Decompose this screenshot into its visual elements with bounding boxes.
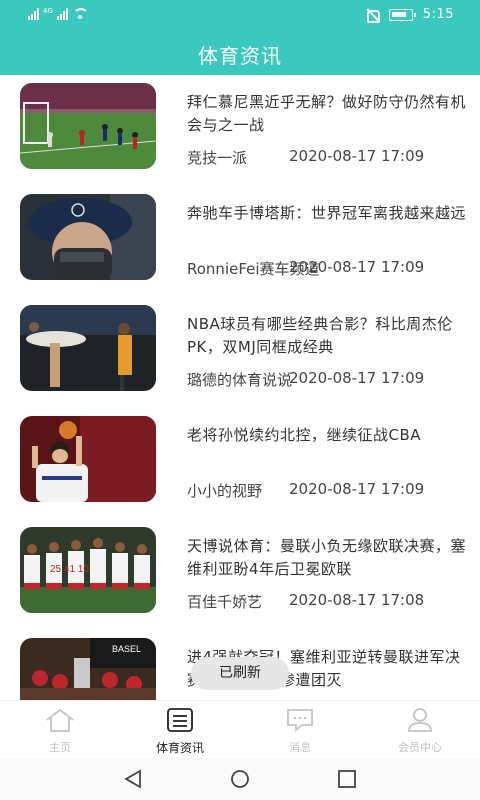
message-icon (287, 709, 313, 732)
news-date: 2020-08-17 17:09 (289, 480, 425, 498)
page-title: 体育资讯 (198, 44, 282, 68)
refresh-toast: 已刷新 (191, 657, 289, 690)
news-thumbnail (20, 194, 156, 280)
svg-text:25 41 10: 25 41 10 (50, 564, 89, 575)
news-item[interactable]: 25 41 10 天博说体育：曼联小负无缘欧联决赛，塞维利亚盼4年后卫冕欧联 百… (0, 519, 480, 630)
news-item[interactable]: 老将孙悦续约北控，继续征战CBA 小小的视野 2020-08-17 17:09 (0, 408, 480, 519)
network-type: 4G (43, 7, 53, 15)
tab-home[interactable]: 主页 (0, 701, 120, 758)
news-author: 璐德的体育说说 (187, 371, 293, 389)
news-date: 2020-08-17 17:09 (289, 147, 425, 165)
tab-member-center[interactable]: 会员中心 (360, 701, 480, 758)
news-item[interactable]: 拜仁慕尼黑近乎无解？做好防守仍然有机会与之一战 竞技一派 2020-08-17 … (0, 75, 480, 186)
user-icon (408, 708, 432, 732)
recent-apps-icon[interactable] (336, 769, 358, 789)
bottom-tab-bar: 主页 体育资讯 消息 会员中心 (0, 700, 480, 758)
status-bar: 4G 5:15 (0, 0, 480, 30)
news-title[interactable]: 老将孙悦续约北控，继续征战CBA (187, 424, 467, 447)
tab-label: 消息 (289, 741, 311, 754)
news-author: 百佳千娇艺 (187, 593, 263, 611)
news-thumbnail (20, 83, 156, 169)
wifi-icon (72, 8, 89, 20)
news-title[interactable]: 拜仁慕尼黑近乎无解？做好防守仍然有机会与之一战 (187, 91, 467, 137)
news-date: 2020-08-17 17:09 (289, 369, 425, 387)
news-author: 小小的视野 (187, 482, 263, 500)
tab-messages[interactable]: 消息 (240, 701, 360, 758)
news-title[interactable]: 奔驰车手博塔斯：世界冠军离我越来越远 (187, 202, 467, 225)
signal-icon (28, 8, 39, 20)
back-icon[interactable] (122, 769, 144, 789)
tab-label: 体育资讯 (155, 741, 204, 755)
news-date: 2020-08-17 17:08 (289, 591, 425, 609)
clock: 5:15 (422, 7, 454, 22)
tab-news[interactable]: 体育资讯 (120, 701, 240, 758)
tab-label: 主页 (49, 741, 71, 754)
news-author: 竞技一派 (187, 149, 248, 167)
home-nav-icon[interactable] (229, 769, 251, 789)
tab-label: 会员中心 (398, 741, 442, 754)
mute-icon (365, 8, 380, 23)
news-title[interactable]: NBA球员有哪些经典合影？科比周杰伦PK，双MJ同框成经典 (187, 313, 467, 359)
system-nav-bar (0, 758, 480, 800)
news-date: 2020-08-17 17:09 (289, 258, 425, 276)
news-thumbnail: BASEL (20, 638, 156, 700)
home-icon (46, 708, 74, 732)
news-icon (167, 708, 193, 732)
news-title[interactable]: 天博说体育：曼联小负无缘欧联决赛，塞维利亚盼4年后卫冕欧联 (187, 535, 467, 581)
news-thumbnail: 25 41 10 (20, 527, 156, 613)
battery-icon (388, 8, 416, 21)
news-thumbnail (20, 305, 156, 391)
news-item[interactable]: NBA球员有哪些经典合影？科比周杰伦PK，双MJ同框成经典 璐德的体育说说 20… (0, 297, 480, 408)
app-header: 体育资讯 (0, 30, 480, 75)
news-item[interactable]: 奔驰车手博塔斯：世界冠军离我越来越远 RonnieFei赛车频道 2020-08… (0, 186, 480, 297)
news-feed[interactable]: 拜仁慕尼黑近乎无解？做好防守仍然有机会与之一战 竞技一派 2020-08-17 … (0, 75, 480, 700)
svg-text:BASEL: BASEL (112, 644, 141, 654)
signal-icon-2 (56, 8, 68, 20)
news-thumbnail (20, 416, 156, 502)
